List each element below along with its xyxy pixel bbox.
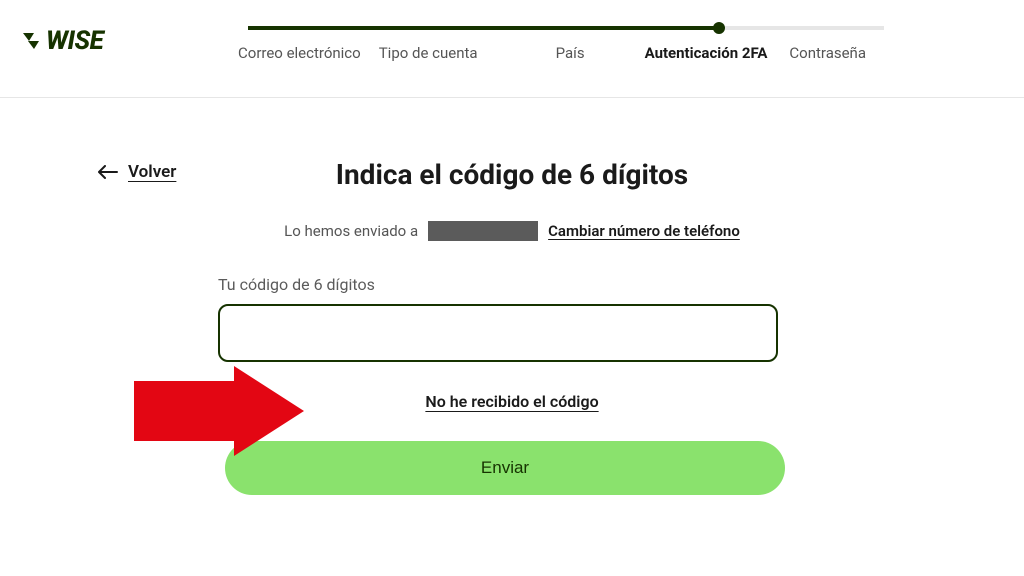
back-link[interactable]: Volver [98, 162, 176, 182]
header: WISE Correo electrónico Tipo de cuenta P… [0, 0, 1024, 98]
progress-stepper: Correo electrónico Tipo de cuenta País A… [248, 0, 884, 62]
form-content: Indica el código de 6 dígitos Lo hemos e… [232, 158, 792, 495]
step-password[interactable]: Contraseña [789, 44, 866, 62]
step-email[interactable]: Correo electrónico [238, 44, 361, 62]
wise-logo: WISE [20, 26, 103, 56]
submit-button[interactable]: Enviar [225, 441, 785, 495]
stepper-current-dot [713, 22, 725, 34]
stepper-progress [248, 26, 719, 30]
stepper-labels: Correo electrónico Tipo de cuenta País A… [248, 44, 884, 62]
arrow-left-icon [98, 165, 118, 179]
main-content: Volver Indica el código de 6 dígitos Lo … [0, 98, 1024, 495]
code-field: Tu código de 6 dígitos [218, 275, 778, 362]
stepper-track [248, 26, 884, 30]
step-country[interactable]: País [556, 44, 585, 62]
step-account-type[interactable]: Tipo de cuenta [379, 44, 478, 62]
back-label: Volver [128, 162, 176, 182]
code-input[interactable] [218, 304, 778, 362]
wise-flags-icon [20, 29, 44, 53]
not-received-link[interactable]: No he recibido el código [425, 392, 598, 411]
sent-to-row: Lo hemos enviado a Cambiar número de tel… [232, 221, 792, 241]
step-2fa[interactable]: Autenticación 2FA [645, 44, 768, 62]
change-phone-link[interactable]: Cambiar número de teléfono [548, 222, 740, 240]
phone-redacted [428, 221, 538, 241]
page-title: Indica el código de 6 dígitos [232, 158, 792, 191]
logo-text: WISE [46, 26, 103, 56]
code-field-label: Tu código de 6 dígitos [218, 275, 778, 294]
sent-prefix: Lo hemos enviado a [284, 222, 418, 240]
